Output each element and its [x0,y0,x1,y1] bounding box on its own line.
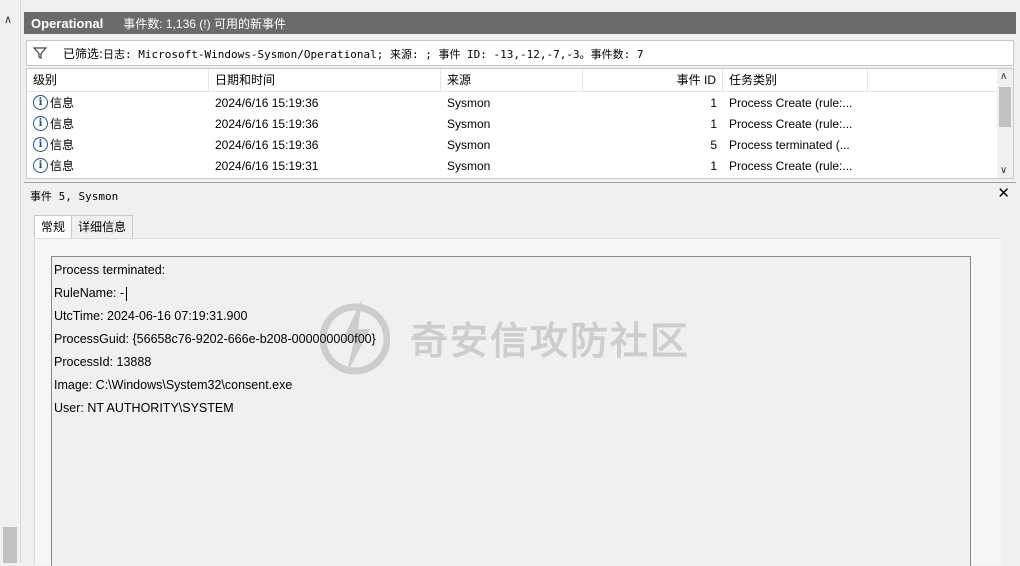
source-cell: Sysmon [447,95,491,110]
filter-icon [33,47,47,59]
detail-line: Image: C:\Windows\System32\consent.exe [54,378,293,392]
column-header-event-id[interactable]: 事件 ID [583,69,723,91]
scrollbar-thumb[interactable] [3,527,17,563]
detail-line-rulename: RuleName: - [54,286,128,301]
table-row[interactable]: i 信息 2024/6/16 15:19:36 Sysmon 1 Process … [27,92,1013,113]
close-icon[interactable]: ✕ [997,184,1010,202]
info-icon: i [33,137,48,152]
detail-line: UtcTime: 2024-06-16 07:19:31.900 [54,309,248,323]
detail-line: ProcessId: 13888 [54,355,152,369]
category-cell: Process Create (rule:... [729,158,853,173]
category-cell: Process Create (rule:... [729,95,853,110]
source-cell: Sysmon [447,137,491,152]
column-header-level[interactable]: 级别 [27,69,209,91]
table-row[interactable]: i 信息 2024/6/16 15:19:36 Sysmon 1 Process … [27,113,1013,134]
category-cell: Process terminated (... [729,137,850,152]
datetime-cell: 2024/6/16 15:19:36 [215,137,319,152]
scroll-up-arrow-icon[interactable]: ∧ [4,13,12,26]
chevron-down-icon[interactable]: ∨ [1000,165,1007,176]
level-text: 信息 [50,159,75,173]
filter-description: 已筛选:日志: Microsoft-Windows-Sysmon/Operati… [63,45,644,62]
category-cell: Process Create (rule:... [729,116,853,131]
column-header-datetime[interactable]: 日期和时间 [209,69,441,91]
detail-title: 事件 5, Sysmon [30,190,119,203]
event-table: 级别 日期和时间 来源 事件 ID 任务类别 i 信息 2024/6/16 15:… [26,68,1014,179]
info-icon: i [33,95,48,110]
filter-text: 日志: Microsoft-Windows-Sysmon/Operational… [103,47,644,61]
filter-prefix: 已筛选: [63,46,104,61]
datetime-cell: 2024/6/16 15:19:36 [215,116,319,131]
event-id-cell: 1 [710,116,717,131]
table-scrollbar[interactable]: ∧ ∨ [997,69,1013,178]
detail-line: User: NT AUTHORITY\SYSTEM [54,401,234,415]
level-cell: i 信息 [27,115,209,132]
level-cell: i 信息 [27,136,209,153]
level-cell: i 信息 [27,157,209,174]
column-header-source[interactable]: 来源 [441,69,583,91]
info-icon: i [33,116,48,131]
detail-line: Process terminated: [54,263,166,277]
source-cell: Sysmon [447,116,491,131]
table-header: 级别 日期和时间 来源 事件 ID 任务类别 [27,69,1013,92]
tab-details[interactable]: 详细信息 [71,215,134,239]
tab-general[interactable]: 常规 [34,215,73,240]
watermark-logo-icon [320,299,390,375]
source-cell: Sysmon [447,158,491,173]
level-text: 信息 [50,96,75,110]
chevron-up-icon[interactable]: ∧ [1000,71,1007,82]
datetime-cell: 2024/6/16 15:19:31 [215,158,319,173]
event-id-cell: 5 [710,137,717,152]
level-cell: i 信息 [27,94,209,111]
info-icon: i [33,158,48,173]
text-cursor [126,286,128,301]
event-id-cell: 1 [710,95,717,110]
detail-tabs: 常规 详细信息 [34,215,134,240]
filter-bar: 已筛选:日志: Microsoft-Windows-Sysmon/Operati… [26,40,1014,66]
table-row[interactable]: i 信息 2024/6/16 15:19:36 Sysmon 5 Process … [27,134,1013,155]
event-id-cell: 1 [710,158,717,173]
level-text: 信息 [50,138,75,152]
event-detail-pane: 事件 5, Sysmon ✕ 常规 详细信息 Process terminate… [24,182,1016,566]
event-count-text: 事件数: 1,136 (!) 可用的新事件 [123,16,286,31]
watermark: 奇安信攻防社区 [320,297,690,377]
log-header-bar: Operational 事件数: 1,136 (!) 可用的新事件 [24,12,1016,34]
log-title: Operational [31,15,104,31]
column-header-task-category[interactable]: 任务类别 [723,69,868,91]
level-text: 信息 [50,117,75,131]
table-scrollbar-thumb[interactable] [999,87,1011,127]
datetime-cell: 2024/6/16 15:19:36 [215,95,319,110]
table-row[interactable]: i 信息 2024/6/16 15:19:31 Sysmon 1 Process … [27,155,1013,176]
outer-scrollbar[interactable]: ∧ [0,0,21,563]
general-panel: Process terminated: RuleName: - UtcTime:… [34,238,1001,566]
watermark-text: 奇安信攻防社区 [410,320,691,363]
